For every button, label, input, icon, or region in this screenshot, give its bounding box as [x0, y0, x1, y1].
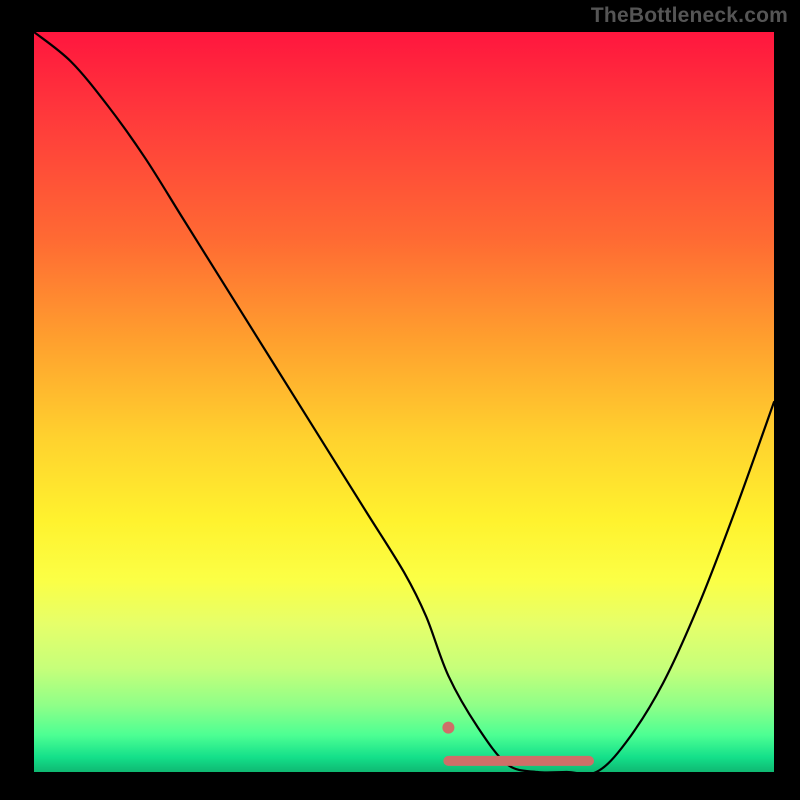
bottleneck-curve — [34, 32, 774, 772]
attribution-label: TheBottleneck.com — [591, 4, 788, 28]
chart-overlay — [34, 32, 774, 772]
chart-frame: TheBottleneck.com — [0, 0, 800, 800]
optimal-start-dot — [442, 722, 454, 734]
